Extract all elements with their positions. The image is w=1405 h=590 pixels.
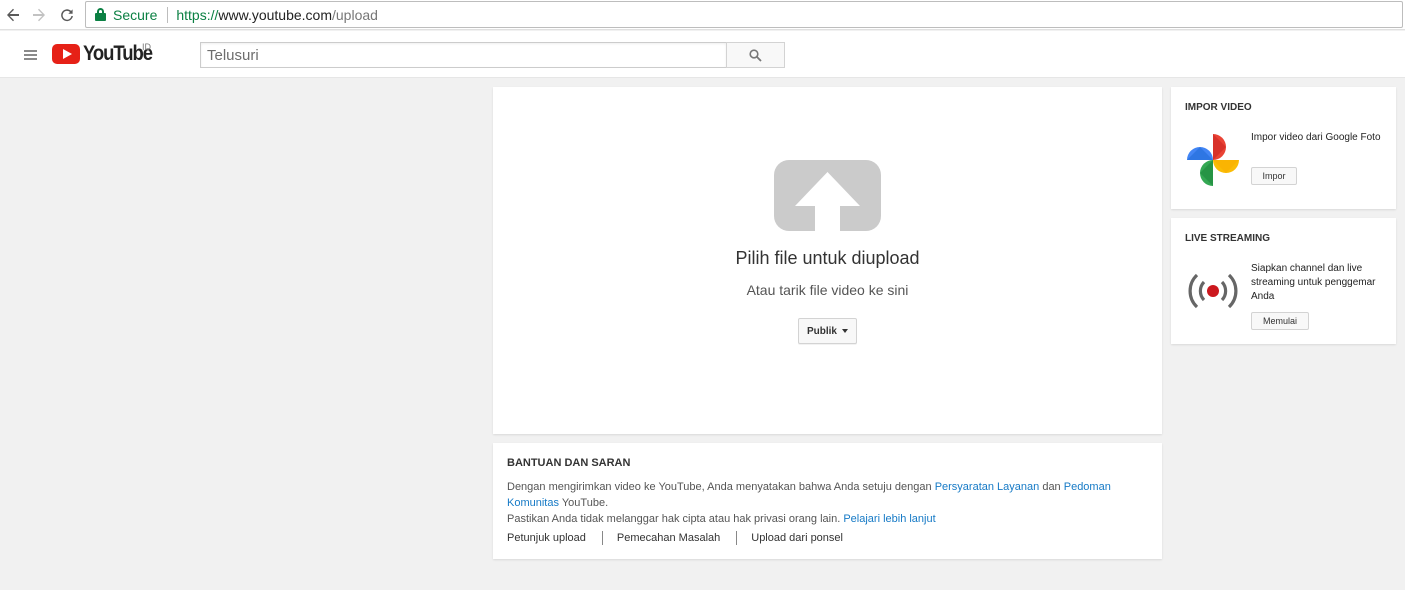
- upload-instructions-link[interactable]: Petunjuk upload: [507, 532, 586, 544]
- import-video-title: IMPOR VIDEO: [1185, 102, 1252, 113]
- help-links: Petunjuk upload Pemecahan Masalah Upload…: [507, 531, 843, 545]
- search-bar: [200, 42, 785, 68]
- search-input[interactable]: [200, 42, 726, 68]
- import-button[interactable]: Impor: [1251, 167, 1297, 185]
- youtube-masthead: YouTube ID: [0, 31, 1405, 78]
- help-title: BANTUAN DAN SARAN: [507, 457, 631, 469]
- live-streaming-card: LIVE STREAMING Siapkan channel dan live …: [1171, 218, 1396, 344]
- learn-more-link[interactable]: Pelajari lebih lanjut: [843, 513, 935, 525]
- url-scheme: https://: [176, 6, 219, 23]
- import-video-description: Impor video dari Google Foto: [1251, 132, 1381, 143]
- search-icon: [749, 48, 762, 62]
- terms-of-service-link[interactable]: Persyaratan Layanan: [935, 481, 1040, 493]
- address-divider: [167, 6, 169, 23]
- forward-arrow-icon[interactable]: [28, 4, 50, 26]
- reload-icon[interactable]: [56, 4, 78, 26]
- terms-prefix: Dengan mengirimkan video ke YouTube, And…: [507, 481, 935, 493]
- live-broadcast-icon: [1188, 273, 1238, 309]
- google-photos-icon: [1187, 134, 1239, 186]
- troubleshooting-link[interactable]: Pemecahan Masalah: [617, 532, 720, 544]
- lock-icon: [95, 8, 106, 21]
- copyright-note: Pastikan Anda tidak melanggar hak cipta …: [507, 513, 844, 525]
- upload-drop-zone[interactable]: Pilih file untuk diupload Atau tarik fil…: [493, 87, 1162, 434]
- upload-arrow-icon[interactable]: [774, 160, 881, 231]
- import-video-card: IMPOR VIDEO Impor video dari Google Foto…: [1171, 87, 1396, 209]
- address-bar[interactable]: Secure https://www.youtube.com/upload: [85, 1, 1403, 28]
- terms-and: dan: [1039, 481, 1064, 493]
- link-divider: [736, 531, 738, 545]
- browser-toolbar: Secure https://www.youtube.com/upload: [0, 0, 1405, 30]
- upload-subtitle: Atau tarik file video ke sini: [746, 282, 909, 298]
- secure-label: Secure: [113, 6, 158, 23]
- link-divider: [601, 531, 603, 545]
- url-host: www.youtube.com: [218, 6, 332, 23]
- back-arrow-icon[interactable]: [2, 4, 24, 26]
- mobile-upload-link[interactable]: Upload dari ponsel: [751, 532, 843, 544]
- terms-suffix: YouTube.: [558, 497, 609, 509]
- help-card: BANTUAN DAN SARAN Dengan mengirimkan vid…: [493, 443, 1162, 559]
- menu-icon[interactable]: [24, 50, 37, 60]
- live-streaming-description: Siapkan channel dan live streaming untuk…: [1251, 263, 1376, 302]
- privacy-dropdown[interactable]: Publik: [798, 318, 857, 344]
- search-button[interactable]: [726, 42, 785, 68]
- chevron-down-icon: [842, 329, 848, 333]
- region-code: ID: [142, 42, 151, 52]
- get-started-button[interactable]: Memulai: [1251, 312, 1309, 330]
- play-logo-icon: [52, 44, 80, 64]
- privacy-value: Publik: [806, 325, 837, 337]
- upload-title: Pilih file untuk diupload: [735, 248, 920, 268]
- help-text: Dengan mengirimkan video ke YouTube, And…: [507, 479, 1152, 527]
- live-streaming-title: LIVE STREAMING: [1185, 233, 1271, 244]
- url-path: /upload: [332, 6, 378, 23]
